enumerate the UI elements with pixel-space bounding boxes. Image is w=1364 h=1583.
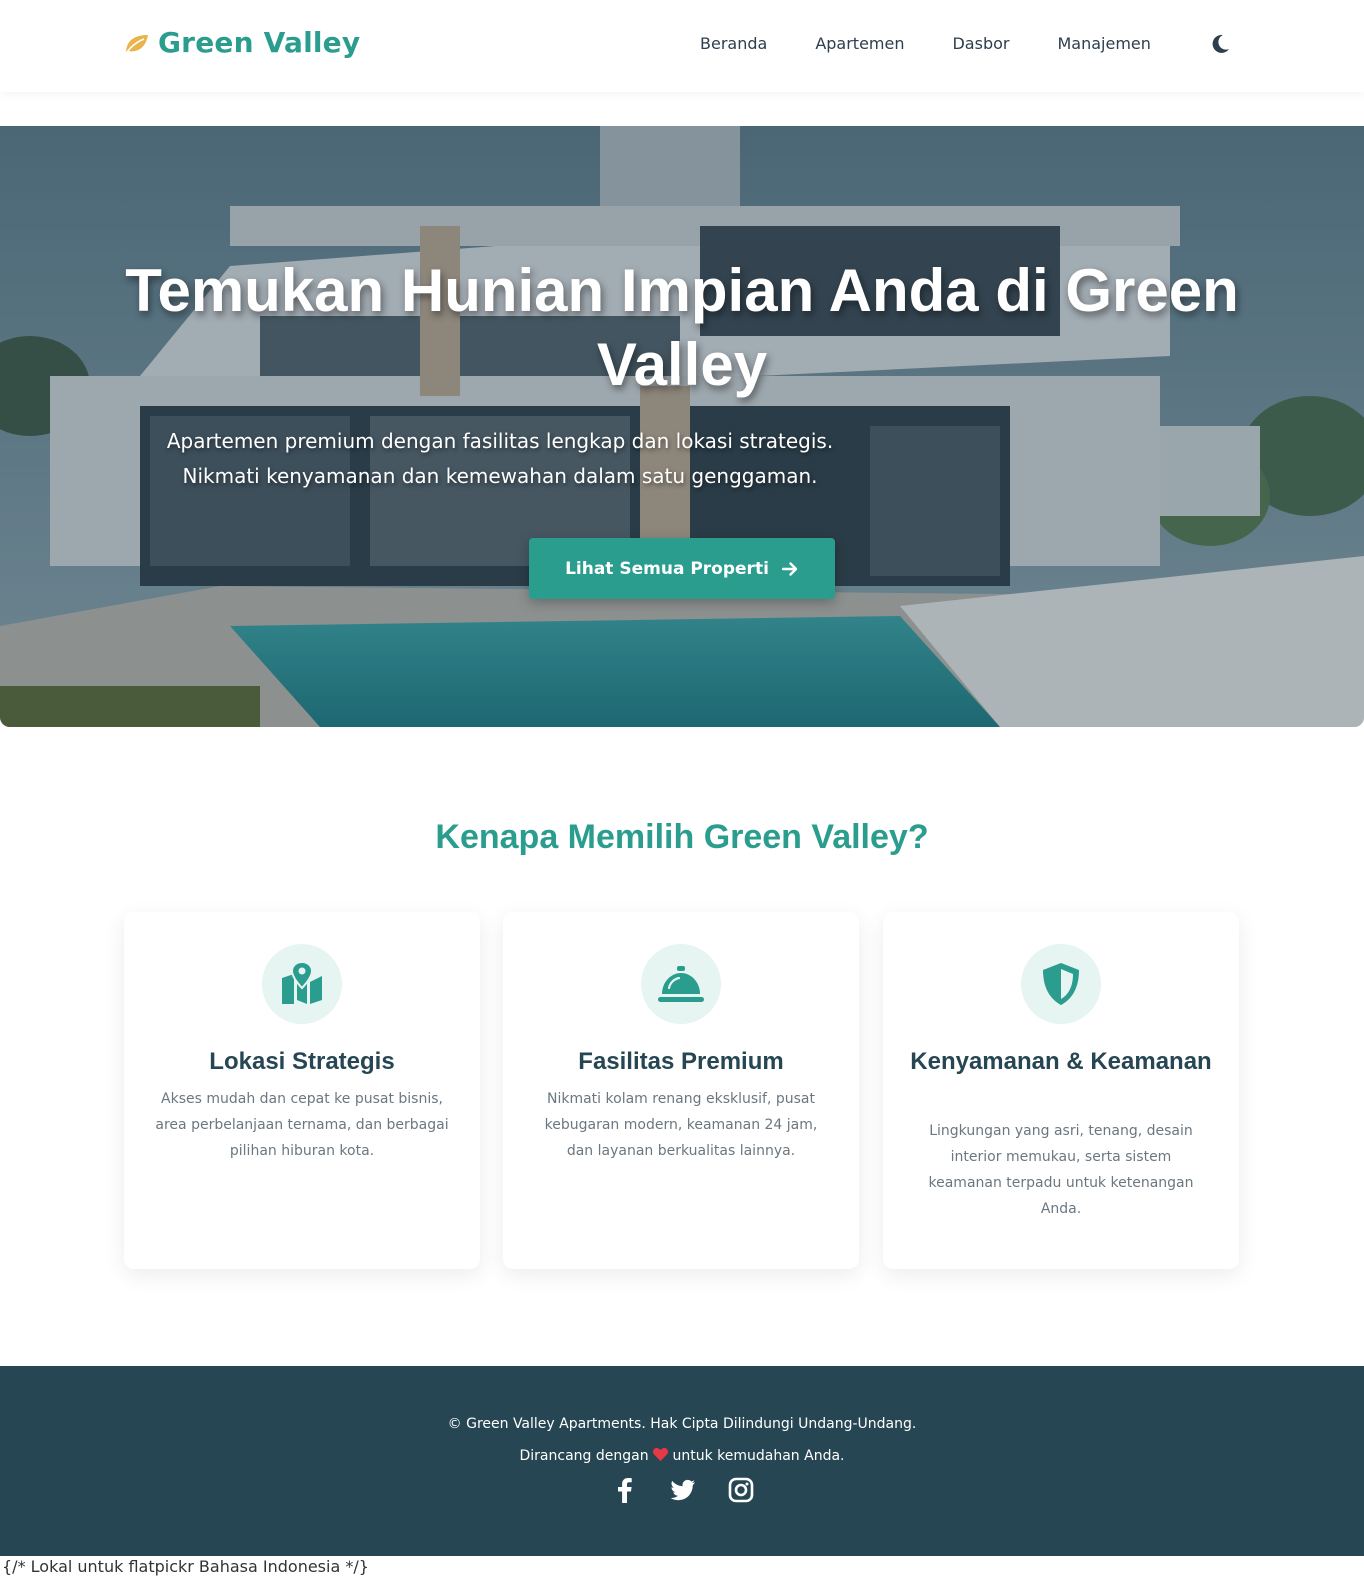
features-title: Kenapa Memilih Green Valley? [435,818,929,856]
feature-title-security: Kenyamanan & Keamanan [910,1048,1212,1075]
footer-made-with-love: Dirancang dengan untuk kemudahan Anda. [0,1448,1364,1464]
moon-icon[interactable] [1208,32,1232,56]
feature-card-location: Lokasi Strategis Akses mudah dan cepat k… [124,912,480,1269]
navbar: Green Valley Beranda Apartemen Dasbor Ma… [0,0,1364,92]
feature-icon-circle [262,944,342,1024]
feature-icon-circle [641,944,721,1024]
hero-subtitle-line-2: Nikmati kenyamanan dan kemewahan dalam s… [182,464,818,488]
instagram-icon[interactable] [728,1477,754,1503]
map-location-icon [282,962,322,1004]
nav-item-manajemen[interactable]: Manajemen [1057,34,1150,53]
feature-text-location: Akses mudah dan cepat ke pusat bisnis, a… [155,1091,449,1159]
feature-card-facilities: Fasilitas Premium Nikmati kolam renang e… [503,912,859,1269]
feature-title-location: Lokasi Strategis [209,1048,395,1075]
hero-subtitle: Apartemen premium dengan fasilitas lengk… [130,424,870,494]
nav-item-dasbor[interactable]: Dasbor [952,34,1009,53]
feature-text-facilities: Nikmati kolam renang eksklusif, pusat ke… [544,1091,818,1159]
view-all-properties-label: Lihat Semua Properti [565,558,769,579]
footer-made-prefix: Dirancang dengan [519,1448,649,1464]
leaf-icon [124,34,148,55]
footer-made-suffix: untuk kemudahan Anda. [672,1448,845,1464]
brand-logo-link[interactable]: Green Valley [122,26,360,59]
brand-name: Green Valley [158,26,361,59]
feature-icon-circle [1021,944,1101,1024]
nav-item-beranda[interactable]: Beranda [700,34,767,53]
facebook-icon[interactable] [612,1477,638,1503]
concierge-bell-icon [658,966,704,1002]
footer: © Green Valley Apartments. Hak Cipta Dil… [0,1366,1364,1556]
nav-item-apartemen[interactable]: Apartemen [815,34,904,53]
heart-icon [653,1448,669,1461]
main-nav: Beranda Apartemen Dasbor Manajemen [700,34,1199,53]
view-all-properties-button[interactable]: Lihat Semua Properti [529,538,835,599]
shield-icon [1043,963,1079,1005]
stray-template-comment: {/* Lokal untuk flatpickr Bahasa Indones… [2,1557,369,1576]
hero-title: Temukan Hunian Impian Anda di Green Vall… [125,257,1239,398]
hero-subtitle-line-1: Apartemen premium dengan fasilitas lengk… [166,429,834,453]
arrow-right-icon [781,561,798,576]
social-links [612,1477,754,1503]
twitter-icon[interactable] [670,1477,696,1503]
feature-text-security: Lingkungan yang asri, tenang, desain int… [928,1123,1194,1217]
hero-section: Temukan Hunian Impian Anda di Green Vall… [0,126,1364,727]
footer-copyright: © Green Valley Apartments. Hak Cipta Dil… [447,1416,917,1432]
feature-card-security: Kenyamanan & Keamanan Lingkungan yang as… [883,912,1239,1269]
feature-title-facilities: Fasilitas Premium [578,1048,784,1075]
